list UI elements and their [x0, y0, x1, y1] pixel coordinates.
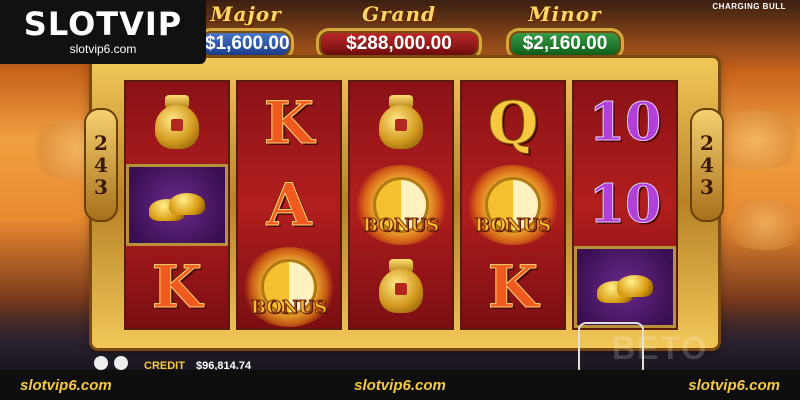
reel-cell: K — [462, 246, 564, 328]
ways-badge-right: 2 4 3 — [690, 108, 724, 222]
reel-cell: 10 — [574, 164, 676, 246]
reel-5: 10 10 — [572, 80, 678, 330]
cloud-decoration — [720, 200, 800, 250]
ways-badge-left: 2 4 3 — [84, 108, 118, 222]
symbol-k: K — [263, 89, 315, 157]
ways-digit: 3 — [700, 175, 714, 199]
ways-digit: 4 — [700, 153, 714, 177]
reel-2: K A BONUS — [236, 80, 342, 330]
jackpot-label: Minor — [528, 2, 602, 26]
reel-cell — [126, 82, 228, 164]
gold-ingot-icon — [595, 267, 655, 307]
jackpot-major: Major $1,600.00 — [198, 2, 294, 60]
gold-ingot-icon — [147, 185, 207, 225]
bonus-label: BONUS — [250, 297, 328, 319]
reel-cell — [350, 82, 452, 164]
reel-cell — [126, 164, 228, 246]
jackpot-label: Grand — [361, 2, 437, 26]
gold-urn-icon — [371, 255, 431, 319]
reel-cell: A — [238, 164, 340, 246]
ways-digit: 2 — [700, 131, 714, 155]
logo-domain: slotvip6.com — [69, 42, 137, 56]
brand-logo: SLOTVIP slotvip6.com — [0, 0, 206, 64]
jackpot-label: Major — [210, 2, 282, 26]
bonus-yin-yang-icon: BONUS — [463, 164, 563, 246]
gold-urn-icon — [371, 91, 431, 155]
reel-cell — [574, 246, 676, 328]
ways-digit: 3 — [94, 175, 108, 199]
reel-cell: Q — [462, 82, 564, 164]
jackpot-value: $2,160.00 — [506, 28, 624, 60]
jackpot-minor: Minor $2,160.00 — [506, 2, 624, 60]
reel-1: K — [124, 80, 230, 330]
bonus-yin-yang-icon: BONUS — [351, 164, 451, 246]
jackpot-value: $1,600.00 — [198, 28, 294, 60]
watermark: BETO — [612, 330, 709, 366]
reel-3: BONUS — [348, 80, 454, 330]
footer-bar: slotvip6.com slotvip6.com slotvip6.com — [0, 370, 800, 400]
game-title: CHARGING BULL — [712, 2, 786, 11]
bonus-label: BONUS — [474, 215, 552, 237]
jackpot-grand: Grand $288,000.00 — [316, 2, 482, 60]
footer-link-center[interactable]: slotvip6.com — [354, 377, 446, 394]
symbol-q: Q — [487, 89, 539, 157]
symbol-k: K — [151, 253, 203, 321]
reel-cell: BONUS — [462, 164, 564, 246]
symbol-10: 10 — [588, 174, 662, 235]
logo-text: SLOTVIP — [23, 5, 183, 43]
ways-digit: 4 — [94, 153, 108, 177]
symbol-10: 10 — [588, 92, 662, 153]
symbol-a: A — [266, 171, 312, 239]
footer-link-left[interactable]: slotvip6.com — [20, 377, 112, 394]
sound-button[interactable] — [114, 356, 128, 370]
reel-4: Q BONUS K — [460, 80, 566, 330]
gold-urn-icon — [147, 91, 207, 155]
jackpot-value: $288,000.00 — [316, 28, 482, 60]
ways-digit: 2 — [94, 131, 108, 155]
footer-link-right[interactable]: slotvip6.com — [688, 377, 780, 394]
reel-cell: 10 — [574, 82, 676, 164]
bonus-yin-yang-icon: BONUS — [239, 246, 339, 328]
reel-cell: BONUS — [238, 246, 340, 328]
reel-cell: BONUS — [350, 164, 452, 246]
bonus-label: BONUS — [362, 215, 440, 237]
reel-cell: K — [238, 82, 340, 164]
symbol-k: K — [487, 253, 539, 321]
reel-cell: K — [126, 246, 228, 328]
reel-cell — [350, 246, 452, 328]
info-button[interactable] — [94, 356, 108, 370]
